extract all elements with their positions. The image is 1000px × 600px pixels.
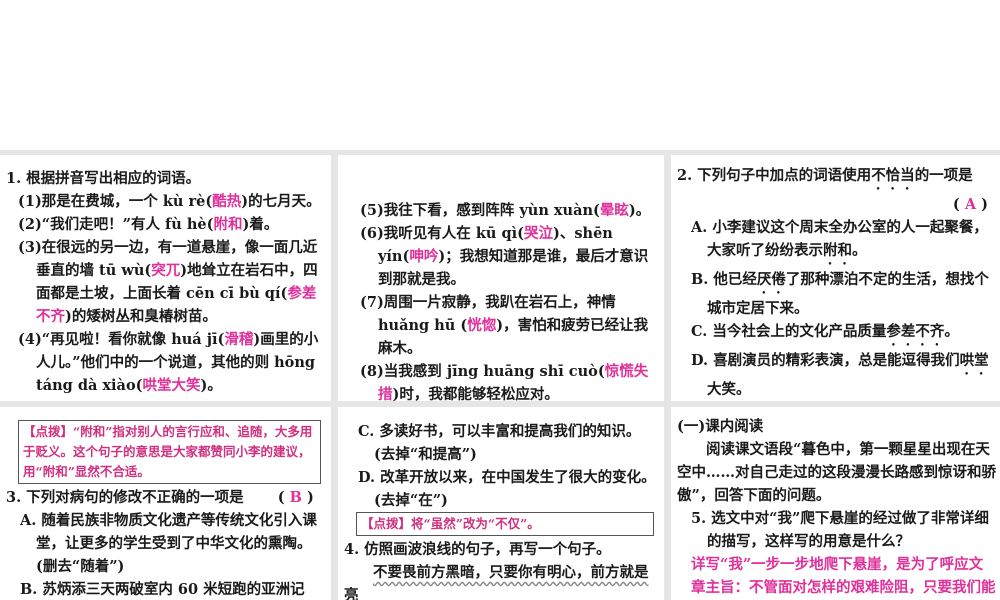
text-segment: ( (952, 196, 965, 213)
text-segment: A. 随着民族非物质文化遗产等传统文化引入课堂，让更多的学生受到了中华文化的熏陶… (20, 512, 317, 575)
text-paragraph: (7)周围一片寂静，我趴在岩石上，神情 huǎng hū (恍惚)，害怕和疲劳已… (348, 291, 654, 360)
text-segment: )时，我都能够轻松应对。 (392, 386, 559, 401)
text-segment: 4. 仿照画波浪线的句子，再写一个句子。 (344, 541, 611, 558)
text-segment: 2. 下列句子中加点的词语使用 (677, 167, 872, 184)
panel-question-3: 【点拨】“附和”指对别人的言行应和、追随，大多用于贬义。这个句子的意思是大家都赞… (0, 407, 331, 600)
text-segment: ) (301, 489, 314, 506)
panel-question-2: 2. 下列句子中加点的词语使用不恰当的一项是( A ) A. 小李建议这个周末全办… (671, 155, 1000, 401)
text-paragraph: 3. 下列对病句的修改不正确的一项是 ( B ) (6, 486, 325, 509)
text-segment: (4)“再见啦！看你就像 huá jī( (18, 331, 225, 348)
text-paragraph: D. 喜剧演员的精彩表演，总是能逗得我们哄堂大笑。 (677, 349, 996, 401)
text-segment: 。 (736, 381, 751, 398)
text-paragraph: (5)我往下看，感到阵阵 yùn xuàn(晕眩)。 (348, 199, 654, 222)
answer-text: 酷热 (212, 193, 242, 210)
answer-text: 哭泣 (524, 225, 554, 242)
panel-question-1-part2: (5)我往下看，感到阵阵 yùn xuàn(晕眩)。 (6)我听见有人在 kū q… (338, 155, 664, 401)
text-segment: )。 (200, 377, 222, 394)
text-segment: 不要畏前方黑暗，只要你有明心，前方就是亮 (344, 564, 649, 600)
text-segment: 。 (944, 323, 959, 340)
text-paragraph: (4)“再见啦！看你就像 huá jī(滑稽)画里的小人儿。”他们中的一个说道，… (6, 328, 325, 397)
text-segment: ) (976, 196, 988, 213)
tip-box: 【点拨】“附和”指对别人的言行应和、追随，大多用于贬义。这个句子的意思是大家都赞… (18, 420, 321, 484)
answer-text: 哄堂大笑 (142, 377, 201, 394)
text-segment: (一)课内阅读 (677, 418, 764, 435)
text-segment: D. 喜剧演员的精彩表演，总是能逗得我们 (691, 352, 960, 369)
text-segment: C. 当今社会上的文化产品质量 (691, 323, 887, 340)
text-paragraph: 阅读课文语段“暮色中，第一颗星星出现在天空中……对自己走过的这段漫漫长路感到惊讶… (677, 438, 996, 507)
text-segment: )的七月天。 (241, 193, 321, 210)
text-paragraph: D. 改革开放以来，在中国发生了很大的变化。(去掉“在”) (344, 466, 658, 512)
text-segment: 阅读课文语段“暮色中，第一颗星星出现在天空中……对自己走过的这段漫漫长路感到惊讶… (677, 441, 996, 504)
dotted-word: 参差不齐 (886, 323, 945, 340)
text-segment: D. 改革开放以来，在中国发生了很大的变化。(去掉“在”) (358, 469, 656, 509)
text-segment: (1)那是在费城，一个 kù rè( (18, 193, 213, 210)
text-paragraph: (6)我听见有人在 kū qì(哭泣)、shēn yín(呻吟)；我想知道那是谁… (348, 222, 654, 291)
answer-text: 滑稽 (224, 331, 254, 348)
text-paragraph: (1)那是在费城，一个 kù rè(酷热)的七月天。 (6, 190, 325, 213)
text-paragraph: 不要畏前方黑暗，只要你有明心，前方就是亮 (344, 561, 658, 600)
text-segment: 。 (852, 242, 867, 259)
text-segment: 【点拨】将“虽然”改为“不仅”。 (361, 516, 540, 531)
text-segment: )的矮树丛和臭椿树苗。 (65, 308, 217, 325)
text-paragraph: C. 多读好书，可以丰富和提高我们的知识。(去掉“和提高”) (344, 420, 658, 466)
panel-question-4: C. 多读好书，可以丰富和提高我们的知识。(去掉“和提高”) D. 改革开放以来，… (338, 407, 664, 600)
text-segment: 3. 下列对病句的修改不正确的一项是 ( (6, 489, 290, 506)
text-paragraph: ( A ) (677, 193, 996, 216)
text-paragraph: (8)当我感到 jīng huāng shī cuò(惊慌失措)时，我都能够轻松… (348, 360, 654, 401)
dotted-word: 厌倦 (756, 271, 786, 288)
text-paragraph: A. 随着民族非物质文化遗产等传统文化引入课堂，让更多的学生受到了中华文化的熏陶… (6, 509, 325, 578)
text-segment: (6)我听见有人在 kū qì( (360, 225, 525, 242)
text-segment: 5. 选文中对“我”爬下悬崖的经过做了非常详细的描写，这样写的用意是什么？ (691, 510, 989, 550)
text-segment: B. 他已经 (691, 271, 757, 288)
answer-text: A (964, 196, 977, 213)
text-paragraph: 详写“我”一步一步地爬下悬崖，是为了呼应文章主旨：不管面对怎样的艰难险阻，只要我… (677, 553, 996, 600)
text-segment: C. 多读好书，可以丰富和提高我们的知识。(去掉“和提高”) (358, 423, 641, 463)
panel-reading: (一)课内阅读阅读课文语段“暮色中，第一颗星星出现在天空中……对自己走过的这段漫… (671, 407, 1000, 600)
tip-box: 【点拨】将“虽然”改为“不仅”。 (356, 512, 654, 536)
text-paragraph: A. 小李建议这个周末全办公室的人一起聚餐，大家听了纷纷表示附和。 (677, 216, 996, 268)
panel-question-1-part1: 1. 根据拼音写出相应的词语。 (1)那是在费城，一个 kù rè(酷热)的七月天… (0, 155, 331, 401)
text-paragraph: (3)在很远的另一边，有一道悬崖，像一面几近垂直的墙 tū wù(突兀)地耸立在… (6, 236, 325, 328)
text-paragraph: C. 当今社会上的文化产品质量参差不齐。 (677, 320, 996, 349)
text-paragraph: 1. 根据拼音写出相应的词语。 (6, 167, 325, 190)
text-segment: 的一项是 (914, 167, 973, 184)
text-segment: (8)当我感到 jīng huāng shī cuò( (360, 363, 605, 380)
text-paragraph: B. 他已经厌倦了那种漂泊不定的生活，想找个城市定居下来。 (677, 268, 996, 320)
answer-text: 突兀 (151, 262, 181, 279)
answer-text: 详写“我”一步一步地爬下悬崖，是为了呼应文章主旨：不管面对怎样的艰难险阻，只要我… (691, 556, 996, 596)
answer-text: B (289, 489, 302, 506)
text-paragraph: 2. 下列句子中加点的词语使用不恰当的一项是 (677, 164, 996, 193)
text-segment: 【点拨】“附和”指对别人的言行应和、追随，大多用于贬义。这个句子的意思是大家都赞… (23, 424, 313, 479)
answer-text: 晕眩 (599, 202, 629, 219)
text-segment: (2)“我们走吧！”有人 fù hè( (18, 216, 214, 233)
text-paragraph: (一)课内阅读 (677, 415, 996, 438)
text-segment: 1. 根据拼音写出相应的词语。 (6, 170, 201, 187)
answer-text: 呻吟 (409, 248, 439, 265)
text-paragraph: B. 苏炳添三天两破室内 60 米短跑的亚洲记录，这 (6, 578, 325, 600)
text-paragraph: (2)“我们走吧！”有人 fù hè(附和)着。 (6, 213, 325, 236)
answer-text: 恍惚 (467, 317, 497, 334)
answer-text: 附和 (213, 216, 243, 233)
text-segment: B. 苏炳添三天两破室内 60 米短跑的亚洲记录，这 (20, 581, 305, 598)
text-segment (344, 564, 373, 581)
dotted-word: 附和 (823, 242, 852, 259)
text-segment: )。 (628, 202, 651, 219)
dotted-word: 不恰当 (871, 167, 915, 184)
text-paragraph: 5. 选文中对“我”爬下悬崖的经过做了非常详细的描写，这样写的用意是什么？ (677, 507, 996, 553)
text-segment: (5)我往下看，感到阵阵 yùn xuàn( (360, 202, 600, 219)
text-segment: )着。 (242, 216, 279, 233)
text-paragraph: 4. 仿照画波浪线的句子，再写一个句子。 (344, 538, 658, 561)
